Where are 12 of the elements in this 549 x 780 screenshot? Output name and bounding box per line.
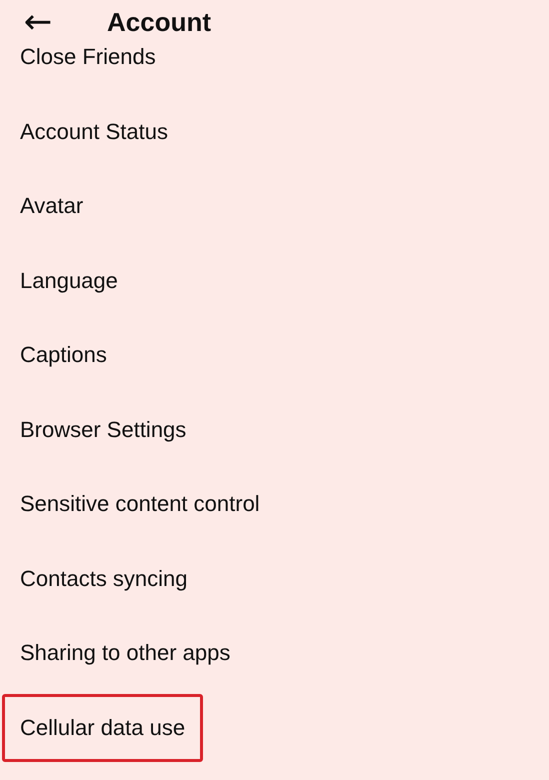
settings-item[interactable]: Captions (20, 342, 107, 368)
settings-item[interactable]: Sensitive content control (20, 491, 260, 518)
settings-item[interactable]: Avatar (20, 193, 84, 220)
back-button[interactable]: ← (18, 2, 58, 42)
settings-item[interactable]: Browser Settings (20, 416, 186, 443)
settings-item[interactable]: Close Friends (20, 44, 156, 70)
settings-item[interactable]: Sharing to other apps (20, 640, 230, 666)
settings-item[interactable]: Cellular data use (2, 694, 204, 762)
page-title: Account (107, 6, 211, 38)
settings-item[interactable]: Account Status (20, 118, 168, 145)
settings-item[interactable]: Language (20, 268, 118, 294)
settings-item[interactable]: Contacts syncing (20, 566, 188, 592)
